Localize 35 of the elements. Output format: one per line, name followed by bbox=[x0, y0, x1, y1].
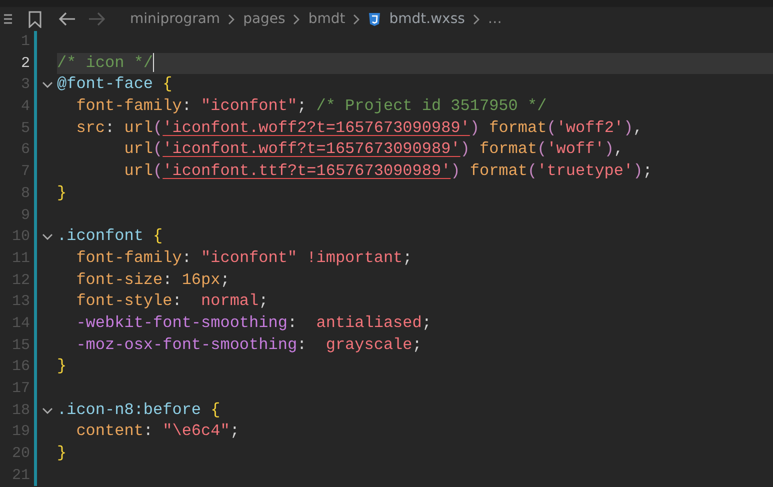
line-number: 2 bbox=[20, 54, 30, 74]
code-line: -webkit-font-smoothing: antialiased; bbox=[76, 312, 432, 334]
code-line: url('iconfont.woff?t=1657673090989') format('woff'), bbox=[124, 139, 624, 160]
code-line: } bbox=[57, 182, 67, 204]
code-line: font-style: normal; bbox=[76, 291, 268, 312]
code-line: } bbox=[57, 443, 67, 464]
code-line: font-family: "iconfont"; /* Project id 3517950 */ bbox=[76, 96, 547, 118]
chevron-icon bbox=[228, 14, 236, 24]
code-line: /* icon */ bbox=[57, 52, 154, 74]
more-ellipsis[interactable]: … bbox=[488, 8, 502, 30]
code-line: .iconfont { bbox=[57, 226, 163, 248]
fold-chevron-down-icon[interactable] bbox=[42, 81, 52, 90]
folder-name[interactable]: bmdt bbox=[308, 8, 346, 30]
fold-chevron-down-icon[interactable] bbox=[42, 233, 52, 242]
menu-icon[interactable] bbox=[4, 12, 12, 26]
code-line: } bbox=[57, 356, 67, 378]
folder-name[interactable]: miniprogram bbox=[130, 8, 220, 30]
bookmark-icon[interactable] bbox=[28, 10, 42, 28]
text-cursor bbox=[153, 52, 154, 72]
code-line: content: "\e6c4"; bbox=[76, 421, 240, 442]
file-name[interactable]: bmdt.wxss bbox=[389, 8, 465, 30]
code-line: @font-face { bbox=[57, 74, 172, 96]
code-line: src: url('iconfont.woff2?t=1657673090989') format('woff2'), bbox=[76, 118, 643, 139]
code-line: -moz-osx-font-smoothing: grayscale; bbox=[76, 334, 422, 356]
code-line: font-size: 16px; bbox=[76, 270, 230, 291]
folder-name[interactable]: pages bbox=[243, 8, 286, 30]
css-file-icon bbox=[368, 12, 382, 26]
code-line: url('iconfont.ttf?t=1657673090989') format('truetype'); bbox=[124, 161, 652, 182]
fold-chevron-down-icon[interactable] bbox=[42, 406, 52, 415]
code-line: font-family: "iconfont" !important; bbox=[76, 248, 412, 269]
chevron-icon bbox=[353, 14, 360, 24]
back-arrow-icon[interactable] bbox=[58, 12, 76, 26]
chevron-icon bbox=[472, 14, 480, 24]
chevron-icon bbox=[293, 14, 300, 24]
code-line: .icon-n8:before { bbox=[57, 400, 220, 421]
